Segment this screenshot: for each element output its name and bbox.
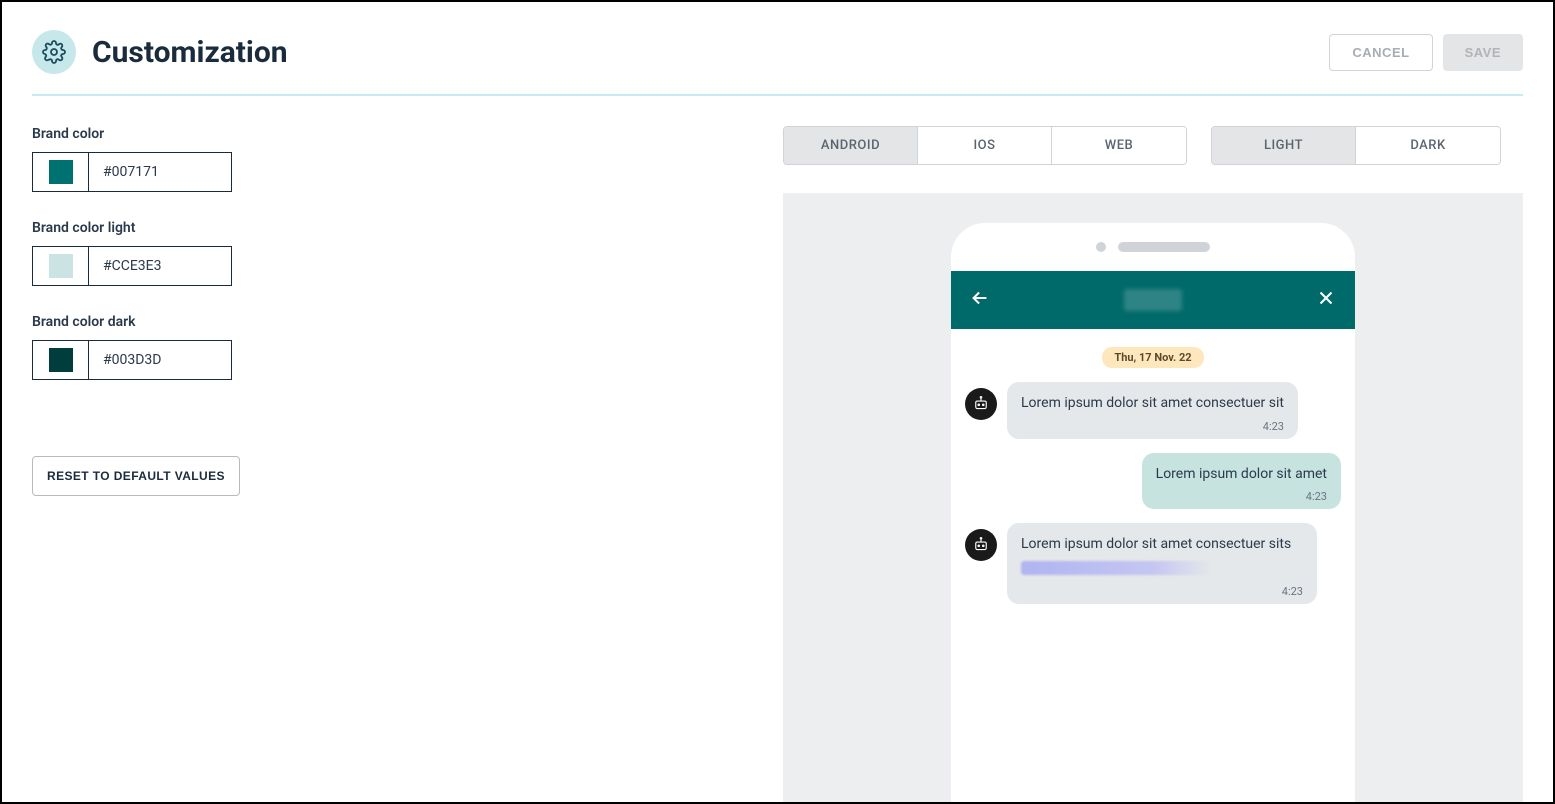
message-text: Lorem ipsum dolor sit amet consectuer si… [1021,394,1284,414]
message-bubble: Lorem ipsum dolor sit amet consectuer si… [1007,523,1317,604]
brand-color-dark-swatch [49,348,73,372]
message-bubble: Lorem ipsum dolor sit amet 4:23 [1142,453,1341,510]
brand-color-hex[interactable]: #007171 [89,153,231,191]
brand-color-dark-label: Brand color dark [32,314,763,330]
brand-color-light-picker[interactable]: #CCE3E3 [32,246,232,286]
phone-notch [951,223,1355,271]
preview-panel: ANDROID IOS WEB LIGHT DARK [783,126,1523,802]
placeholder-content [1021,561,1211,575]
brand-color-swatch [49,160,73,184]
bot-avatar-icon [965,388,997,420]
brand-color-label: Brand color [32,126,763,142]
brand-color-light-label: Brand color light [32,220,763,236]
brand-color-light-field: Brand color light #CCE3E3 [32,220,763,286]
gear-icon [32,30,76,74]
close-icon[interactable] [1315,287,1337,313]
bot-avatar-icon [965,529,997,561]
page-title: Customization [92,35,288,70]
save-button[interactable]: SAVE [1443,34,1523,71]
brand-color-picker[interactable]: #007171 [32,152,232,192]
message-row: Lorem ipsum dolor sit amet consectuer si… [965,382,1341,439]
tab-light[interactable]: LIGHT [1212,127,1356,164]
tab-web[interactable]: WEB [1052,127,1186,164]
brand-color-dark-hex[interactable]: #003D3D [89,341,231,379]
brand-color-field: Brand color #007171 [32,126,763,192]
back-icon[interactable] [969,287,991,313]
theme-tabs: LIGHT DARK [1211,126,1501,165]
message-time: 4:23 [1021,420,1284,433]
message-time: 4:23 [1156,490,1327,503]
page-header: Customization CANCEL SAVE [32,30,1523,96]
preview-area: Thu, 17 Nov. 22 Lorem ipsum dolor sit am… [783,193,1523,802]
reset-defaults-button[interactable]: RESET TO DEFAULT VALUES [32,456,240,496]
brand-color-light-swatch [49,254,73,278]
brand-color-dark-picker[interactable]: #003D3D [32,340,232,380]
chat-header [951,271,1355,329]
message-text: Lorem ipsum dolor sit amet [1156,465,1327,485]
platform-tabs: ANDROID IOS WEB [783,126,1187,165]
tab-android[interactable]: ANDROID [784,127,918,164]
brand-color-dark-field: Brand color dark #003D3D [32,314,763,380]
message-row: Lorem ipsum dolor sit amet consectuer si… [965,523,1341,604]
message-bubble: Lorem ipsum dolor sit amet consectuer si… [1007,382,1298,439]
cancel-button[interactable]: CANCEL [1329,34,1432,71]
phone-frame: Thu, 17 Nov. 22 Lorem ipsum dolor sit am… [951,223,1355,802]
tab-ios[interactable]: IOS [918,127,1052,164]
tab-dark[interactable]: DARK [1356,127,1500,164]
message-time: 4:23 [1021,585,1303,598]
settings-panel: Brand color #007171 Brand color light #C… [32,126,763,802]
chat-title [1124,289,1182,311]
chat-body: Thu, 17 Nov. 22 Lorem ipsum dolor sit am… [951,329,1355,802]
date-pill: Thu, 17 Nov. 22 [1102,347,1203,368]
brand-color-light-hex[interactable]: #CCE3E3 [89,247,231,285]
message-row: Lorem ipsum dolor sit amet 4:23 [965,453,1341,510]
message-text: Lorem ipsum dolor sit amet consectuer si… [1021,535,1303,555]
